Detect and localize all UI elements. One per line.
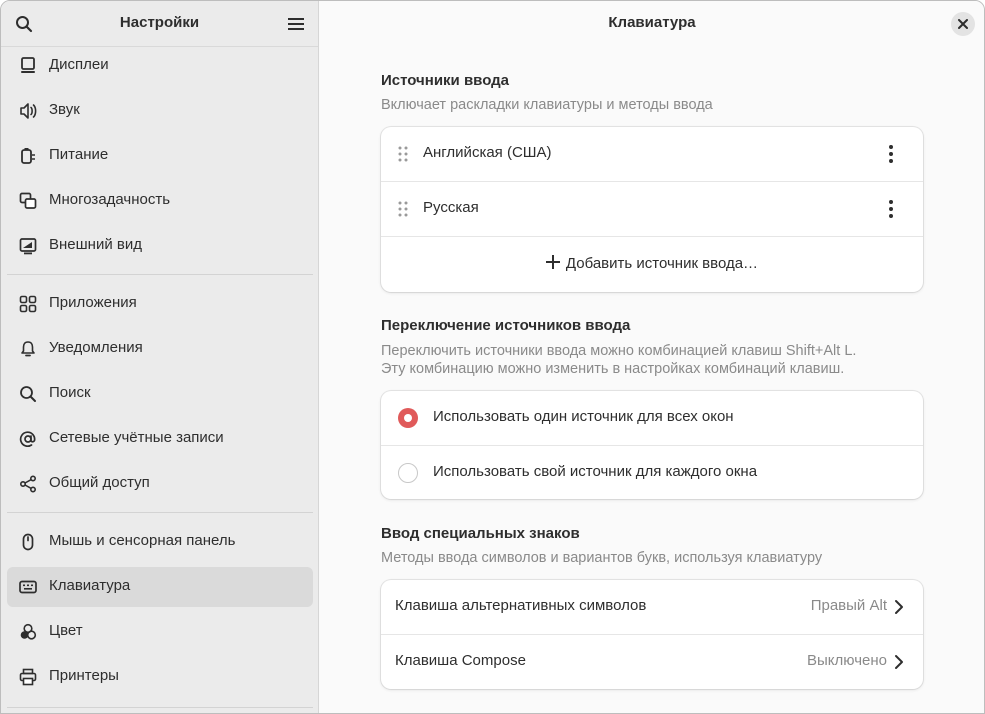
sidebar-item-label: Уведомления xyxy=(49,339,143,356)
sidebar-item-keyboard[interactable]: Клавиатура xyxy=(7,567,313,607)
close-button[interactable] xyxy=(951,12,975,36)
sidebar-item-multitasking[interactable]: Многозадачность xyxy=(7,181,313,221)
switching-subtitle-line2: Эту комбинацию можно изменить в настройк… xyxy=(381,361,845,377)
keyboard-icon xyxy=(19,578,37,596)
page-title: Клавиатура xyxy=(608,14,696,31)
switch-option-label: Использовать свой источник для каждого о… xyxy=(433,463,758,480)
search-icon xyxy=(19,385,37,403)
sidebar-item-label: Дисплеи xyxy=(49,56,109,73)
sidebar-title: Настройки xyxy=(119,14,200,31)
sidebar: Настройки Дисплеи Звук Питание Многозада… xyxy=(1,1,319,713)
plus-icon xyxy=(545,255,560,269)
sidebar-item-label: Приложения xyxy=(49,294,137,311)
drag-handle-icon[interactable] xyxy=(397,200,409,218)
input-source-menu-button[interactable] xyxy=(881,197,901,221)
bell-icon xyxy=(19,340,37,358)
sidebar-item-label: Цвет xyxy=(49,622,83,639)
alternate-chars-key-label: Клавиша альтернативных символов xyxy=(395,597,647,614)
sidebar-item-label: Внешний вид xyxy=(49,236,142,253)
main-header: Клавиатура xyxy=(319,1,984,47)
power-icon xyxy=(19,147,37,165)
input-source-row[interactable]: Английская (США) xyxy=(381,127,923,182)
input-sources-subtitle: Включает раскладки клавиатуры и методы в… xyxy=(381,97,713,113)
sidebar-divider xyxy=(7,512,313,513)
chevron-right-icon xyxy=(895,600,903,614)
input-source-menu-button[interactable] xyxy=(881,142,901,166)
switch-option-label: Использовать один источник для всех окон xyxy=(433,408,734,425)
sidebar-item-notifications[interactable]: Уведомления xyxy=(7,329,313,369)
sidebar-item-label: Сетевые учётные записи xyxy=(49,429,224,446)
main-menu-button[interactable] xyxy=(281,9,311,39)
share-icon xyxy=(19,475,37,493)
at-icon xyxy=(19,430,37,448)
sidebar-header: Настройки xyxy=(1,1,318,47)
sidebar-item-label: Звук xyxy=(49,101,80,118)
compose-key-label: Клавиша Compose xyxy=(395,652,526,669)
sidebar-divider xyxy=(7,707,313,708)
sidebar-item-label: Поиск xyxy=(49,384,91,401)
appearance-icon xyxy=(19,237,37,255)
sidebar-item-apps[interactable]: Приложения xyxy=(7,284,313,324)
input-sources-card: Английская (США) Русская Добавить источн… xyxy=(381,127,923,292)
sidebar-item-label: Общий доступ xyxy=(49,474,150,491)
input-source-label: Английская (США) xyxy=(423,144,552,161)
chevron-right-icon xyxy=(895,655,903,669)
main-panel: Клавиатура Источники ввода Включает раск… xyxy=(319,1,984,713)
special-chars-card: Клавиша альтернативных символов Правый A… xyxy=(381,580,923,689)
display-icon xyxy=(19,57,37,75)
sidebar-item-label: Принтеры xyxy=(49,667,119,684)
hamburger-menu-icon xyxy=(288,18,304,30)
speaker-icon xyxy=(19,102,37,120)
sidebar-item-label: Многозадачность xyxy=(49,191,171,208)
sidebar-item-online-accounts[interactable]: Сетевые учётные записи xyxy=(7,419,313,459)
kebab-menu-icon xyxy=(889,200,893,218)
sidebar-item-appearance[interactable]: Внешний вид xyxy=(7,226,313,266)
sidebar-divider xyxy=(7,274,313,275)
settings-window: Настройки Дисплеи Звук Питание Многозада… xyxy=(0,0,985,714)
apps-grid-icon xyxy=(19,295,37,313)
sidebar-item-power[interactable]: Питание xyxy=(7,136,313,176)
compose-key-value: Выключено xyxy=(807,652,887,669)
sidebar-item-sound[interactable]: Звук xyxy=(7,91,313,131)
kebab-menu-icon xyxy=(889,145,893,163)
add-input-source-label: Добавить источник ввода… xyxy=(565,255,759,272)
switch-option-row[interactable]: Использовать один источник для всех окон xyxy=(381,391,923,446)
sidebar-item-label: Мышь и сенсорная панель xyxy=(49,532,236,549)
radio-button[interactable] xyxy=(398,463,418,483)
switching-title: Переключение источников ввода xyxy=(381,317,631,334)
radio-button-selected[interactable] xyxy=(398,408,418,428)
switch-option-row[interactable]: Использовать свой источник для каждого о… xyxy=(381,445,923,500)
sidebar-item-printers[interactable]: Принтеры xyxy=(7,657,313,697)
add-input-source-button[interactable]: Добавить источник ввода… xyxy=(381,236,923,292)
input-source-row[interactable]: Русская xyxy=(381,181,923,236)
sidebar-item-sharing[interactable]: Общий доступ xyxy=(7,464,313,504)
switching-card: Использовать один источник для всех окон… xyxy=(381,391,923,499)
alternate-chars-key-value: Правый Alt xyxy=(810,597,887,614)
special-chars-title: Ввод специальных знаков xyxy=(381,525,580,542)
color-icon xyxy=(19,623,37,641)
sidebar-item-label: Клавиатура xyxy=(49,577,131,594)
sidebar-item-displays[interactable]: Дисплеи xyxy=(7,46,313,86)
special-chars-subtitle: Методы ввода символов и вариантов букв, … xyxy=(381,550,823,566)
multitasking-icon xyxy=(19,192,37,210)
alternate-chars-key-row[interactable]: Клавиша альтернативных символов Правый A… xyxy=(381,580,923,635)
switching-subtitle-line1: Переключить источники ввода можно комбин… xyxy=(381,343,857,359)
printer-icon xyxy=(19,668,37,686)
sidebar-item-search[interactable]: Поиск xyxy=(7,374,313,414)
input-source-label: Русская xyxy=(423,199,479,216)
sidebar-item-label: Питание xyxy=(49,146,109,163)
sidebar-item-mouse[interactable]: Мышь и сенсорная панель xyxy=(7,522,313,562)
drag-handle-icon[interactable] xyxy=(397,145,409,163)
compose-key-row[interactable]: Клавиша Compose Выключено xyxy=(381,634,923,689)
add-input-source-content: Добавить источник ввода… xyxy=(381,255,923,272)
mouse-icon xyxy=(19,533,37,551)
sidebar-item-color[interactable]: Цвет xyxy=(7,612,313,652)
input-sources-title: Источники ввода xyxy=(381,72,510,89)
close-icon xyxy=(958,19,968,29)
